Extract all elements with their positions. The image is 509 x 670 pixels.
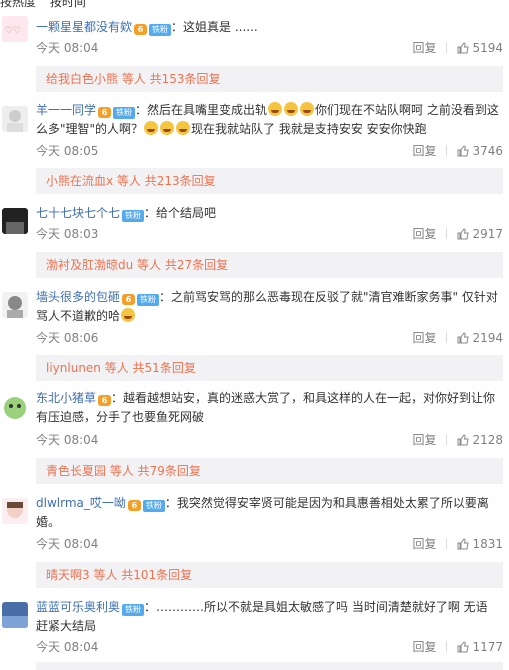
like-count: 1831	[472, 536, 503, 551]
reply-summary[interactable]: 晴天啊3 等人 共101条回复	[36, 562, 503, 588]
comment-username[interactable]: 墙头很多的包砸	[36, 290, 120, 304]
like-count: 5194	[472, 40, 503, 55]
vip-icon: 6	[122, 294, 136, 305]
laugh-cry-emoji-icon	[284, 102, 299, 116]
reply-button[interactable]: 回复	[412, 225, 436, 242]
vip-icon: 6	[134, 24, 148, 35]
reply-summary[interactable]: 小熊在流血x 等人 共213条回复	[36, 168, 503, 194]
comment-time: 今天 08:05	[36, 144, 99, 158]
reply-summary-partial	[36, 662, 503, 670]
fan-badge: 铁粉	[142, 500, 165, 512]
sort-by-time[interactable]: 按时间	[50, 0, 86, 9]
reply-button[interactable]: 回复	[412, 431, 436, 448]
avatar[interactable]	[2, 394, 28, 420]
comment-time: 今天 08:03	[36, 227, 99, 241]
like-icon[interactable]	[457, 41, 470, 54]
comment-time: 今天 08:04	[36, 41, 99, 55]
avatar[interactable]	[2, 602, 28, 628]
comment-text: 给个结局吧	[156, 206, 217, 220]
avatar[interactable]: ♡♡	[2, 16, 28, 42]
laugh-cry-emoji-icon	[176, 121, 191, 135]
vip-icon: 6	[98, 107, 112, 118]
comment-time: 今天 08:04	[36, 433, 99, 447]
like-count: 2194	[472, 330, 503, 345]
comment-username[interactable]: 东北小猪草	[36, 391, 96, 405]
like-count: 2128	[472, 432, 503, 447]
avatar[interactable]	[2, 208, 28, 234]
fan-badge: 铁粉	[113, 107, 136, 119]
like-count: 3746	[472, 143, 503, 158]
reply-summary[interactable]: 给我白色小熊 等人 共153条回复	[36, 66, 503, 92]
comment-text-a: 然后在具嘴里变成出轨	[147, 103, 268, 117]
comment-username[interactable]: 一颗星星都没有欸	[36, 20, 132, 34]
like-count: 2917	[472, 226, 503, 241]
comment-username[interactable]: dlwlrma_哎一呦	[36, 496, 126, 510]
laugh-cry-emoji-icon	[160, 121, 175, 135]
svg-text:♡♡: ♡♡	[5, 26, 21, 36]
fan-badge: 铁粉	[149, 24, 172, 36]
vip-icon: 6	[127, 500, 141, 511]
reply-summary[interactable]: 渤衬及肛渤晾du 等人 共27条回复	[36, 252, 503, 278]
comment-time: 今天 08:04	[36, 640, 99, 654]
like-icon[interactable]	[457, 640, 470, 653]
comment-time: 今天 08:06	[36, 331, 99, 345]
reply-button[interactable]: 回复	[412, 142, 436, 159]
fan-badge: 铁粉	[137, 294, 160, 306]
reply-button[interactable]: 回复	[412, 535, 436, 552]
reply-summary[interactable]: liynlunen 等人 共51条回复	[36, 355, 503, 381]
comment-text-c: 现在我就站队了 我就是支持安安 安安你快跑	[191, 122, 427, 136]
like-count: 1177	[472, 639, 503, 654]
avatar[interactable]	[2, 292, 28, 318]
like-icon[interactable]	[457, 433, 470, 446]
reply-button[interactable]: 回复	[412, 638, 436, 655]
like-icon[interactable]	[457, 144, 470, 157]
sort-by-hot[interactable]: 按热度	[0, 0, 36, 9]
avatar[interactable]	[2, 106, 28, 132]
fan-badge: 铁粉	[122, 604, 145, 616]
laugh-cry-emoji-icon	[144, 121, 159, 135]
like-icon[interactable]	[457, 227, 470, 240]
reply-summary[interactable]: 青色长夏园 等人 共79条回复	[36, 458, 503, 484]
like-icon[interactable]	[457, 537, 470, 550]
comment-username[interactable]: 蓝蓝可乐奥利奥	[36, 600, 120, 614]
laugh-cry-emoji-icon	[300, 102, 315, 116]
ok-emoji-icon	[121, 308, 136, 322]
comment-time: 今天 08:04	[36, 537, 99, 551]
comment-text: 这姐真是 ......	[183, 20, 258, 34]
laugh-cry-emoji-icon	[268, 102, 283, 116]
like-icon[interactable]	[457, 331, 470, 344]
reply-button[interactable]: 回复	[412, 329, 436, 346]
sort-bar: 按热度 按时间	[0, 0, 96, 9]
fan-badge: 铁粉	[122, 210, 145, 222]
avatar[interactable]	[2, 498, 28, 524]
comment-username[interactable]: 羊一一同学	[36, 103, 96, 117]
reply-button[interactable]: 回复	[412, 39, 436, 56]
vip-icon: 6	[98, 395, 112, 406]
comment-username[interactable]: 七十七块七个七	[36, 206, 120, 220]
